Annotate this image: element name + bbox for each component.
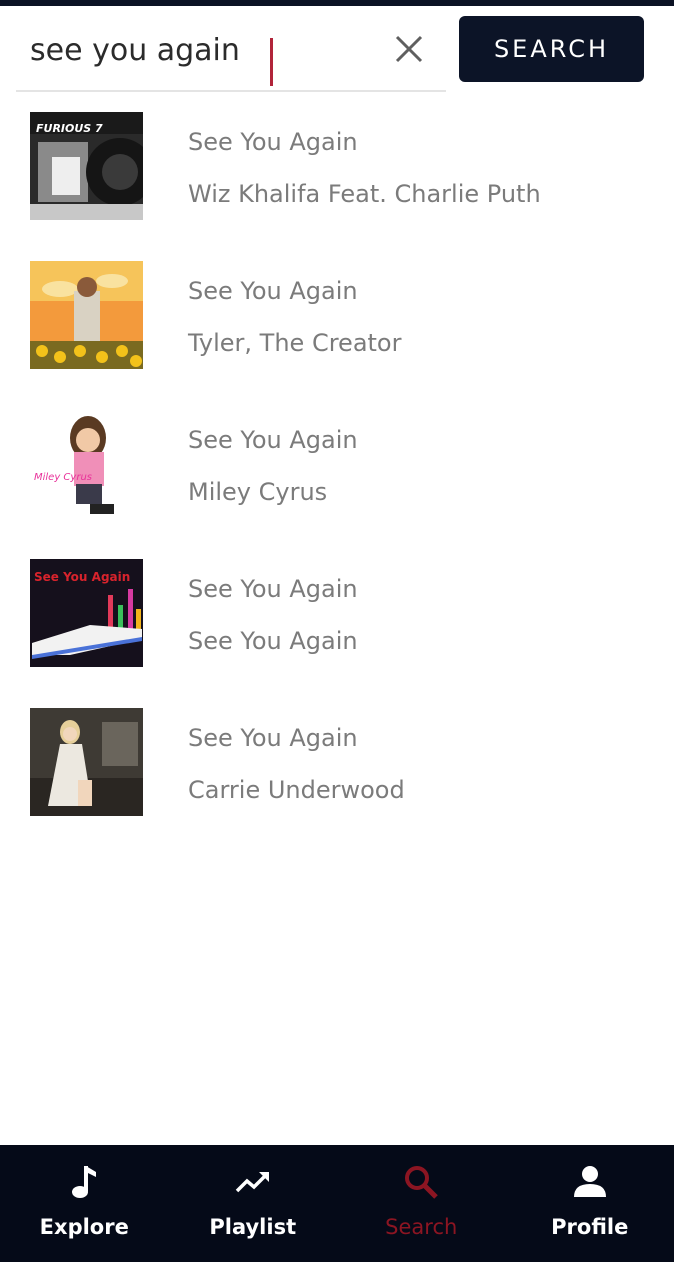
result-title: See You Again <box>188 128 358 156</box>
result-artist: Tyler, The Creator <box>188 329 402 357</box>
svg-text:See You Again: See You Again <box>34 570 130 584</box>
clear-search-button[interactable] <box>392 32 426 66</box>
nav-tab-profile[interactable]: Profile <box>506 1145 674 1262</box>
result-title: See You Again <box>188 426 358 454</box>
album-art-furious7: FURIOUS 7 <box>30 112 143 220</box>
close-icon <box>395 35 423 63</box>
result-title: See You Again <box>188 277 358 305</box>
top-status-strip <box>0 0 674 6</box>
result-artist: Miley Cyrus <box>188 478 328 506</box>
nav-tab-search[interactable]: Search <box>337 1145 506 1262</box>
result-item[interactable]: See You Again See You Again See You Agai… <box>30 559 650 708</box>
album-art-see-you-again: See You Again <box>30 559 143 667</box>
trending-up-icon <box>234 1163 272 1201</box>
result-item[interactable]: See You Again Tyler, The Creator <box>30 261 650 410</box>
result-artist: Wiz Khalifa Feat. Charlie Puth <box>188 180 541 208</box>
search-icon <box>402 1163 440 1201</box>
result-title: See You Again <box>188 575 358 603</box>
nav-label-explore: Explore <box>39 1215 129 1239</box>
search-results-list: FURIOUS 7 See You Again Wiz Khalifa Feat… <box>30 112 650 857</box>
result-title: See You Again <box>188 724 358 752</box>
music-note-icon <box>65 1163 103 1201</box>
svg-text:FURIOUS 7: FURIOUS 7 <box>36 122 103 135</box>
text-caret <box>270 38 273 86</box>
result-artist: Carrie Underwood <box>188 776 405 804</box>
album-art-tyler <box>30 261 143 369</box>
nav-tab-playlist[interactable]: Playlist <box>169 1145 338 1262</box>
result-item[interactable]: Miley Cyrus See You Again Miley Cyrus <box>30 410 650 559</box>
result-item[interactable]: FURIOUS 7 See You Again Wiz Khalifa Feat… <box>30 112 650 261</box>
nav-label-search: Search <box>385 1215 458 1239</box>
search-button[interactable]: SEARCH <box>459 16 644 82</box>
nav-label-playlist: Playlist <box>209 1215 297 1239</box>
svg-text:Miley Cyrus: Miley Cyrus <box>34 472 92 483</box>
nav-tab-explore[interactable]: Explore <box>0 1145 169 1262</box>
nav-label-profile: Profile <box>551 1215 629 1239</box>
search-bar <box>16 14 446 92</box>
bottom-navigation: Explore Playlist Search Profile <box>0 1145 674 1262</box>
search-input[interactable] <box>30 28 370 72</box>
result-item[interactable]: See You Again Carrie Underwood <box>30 708 650 857</box>
album-art-miley: Miley Cyrus <box>30 410 143 518</box>
album-art-carrie <box>30 708 143 816</box>
result-artist: See You Again <box>188 627 358 655</box>
person-icon <box>571 1163 609 1201</box>
